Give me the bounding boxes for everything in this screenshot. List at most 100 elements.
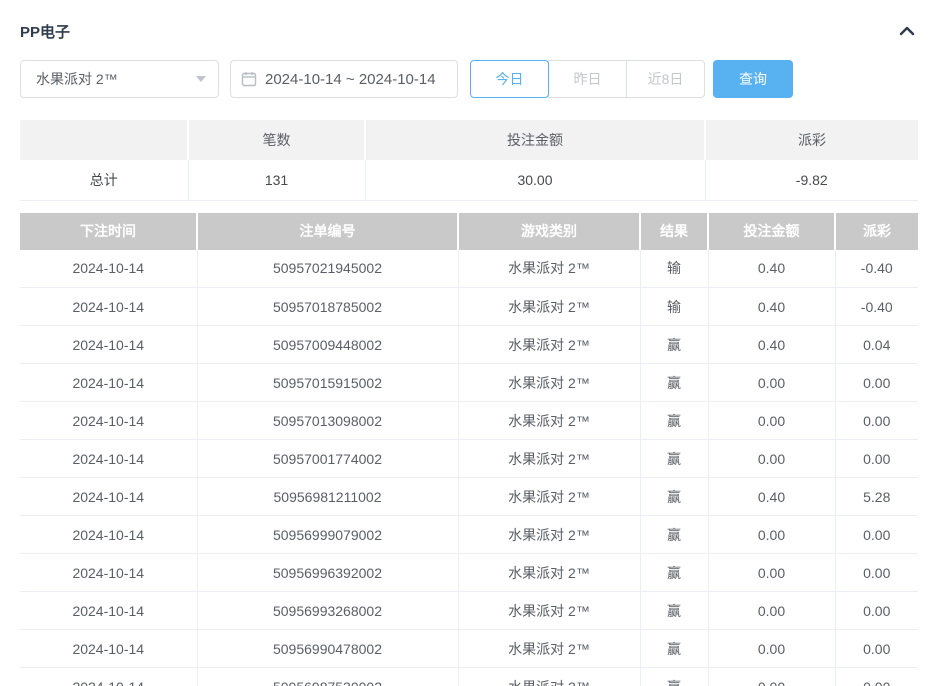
filter-bar: 水果派对 2™ 2024-10-14 ~ 2024-10-14 今日 昨日 近8…: [20, 60, 918, 98]
cell-result: 赢: [640, 440, 708, 478]
cell-game-type: 水果派对 2™: [458, 288, 640, 326]
cell-payout: 0.00: [835, 668, 918, 686]
cell-result: 赢: [640, 668, 708, 686]
header-order-no: 注单编号: [197, 213, 458, 250]
cell-game-type: 水果派对 2™: [458, 592, 640, 630]
bets-table-body: 2024-10-14 50957021945002 水果派对 2™ 输 0.40…: [20, 250, 918, 686]
cell-payout: -0.40: [835, 288, 918, 326]
game-select[interactable]: 水果派对 2™: [20, 60, 219, 98]
summary-header-row: 笔数 投注金额 派彩: [20, 120, 918, 160]
cell-game-type: 水果派对 2™: [458, 440, 640, 478]
table-row: 2024-10-14 50956990478002 水果派对 2™ 赢 0.00…: [20, 630, 918, 668]
cell-payout: 0.04: [835, 326, 918, 364]
cell-order-no: 50956990478002: [197, 630, 458, 668]
summary-header-count: 笔数: [188, 120, 365, 160]
chevron-down-icon: [196, 76, 206, 82]
cell-payout: 0.00: [835, 364, 918, 402]
cell-result: 赢: [640, 592, 708, 630]
table-row: 2024-10-14 50957021945002 水果派对 2™ 输 0.40…: [20, 250, 918, 288]
cell-bet-time: 2024-10-14: [20, 630, 197, 668]
cell-game-type: 水果派对 2™: [458, 668, 640, 686]
cell-bet-time: 2024-10-14: [20, 516, 197, 554]
cell-bet-amount: 0.40: [708, 478, 835, 516]
cell-bet-amount: 0.00: [708, 402, 835, 440]
header-result: 结果: [640, 213, 708, 250]
panel-header: PP电子: [20, 20, 918, 42]
cell-bet-amount: 0.00: [708, 668, 835, 686]
cell-game-type: 水果派对 2™: [458, 630, 640, 668]
quick-date-button-group: 今日 昨日 近8日: [470, 60, 705, 98]
summary-table: 笔数 投注金额 派彩 总计 131 30.00 -9.82: [20, 120, 918, 201]
cell-order-no: 50957021945002: [197, 250, 458, 288]
cell-payout: 0.00: [835, 402, 918, 440]
summary-header-payout: 派彩: [705, 120, 918, 160]
cell-bet-time: 2024-10-14: [20, 592, 197, 630]
cell-payout: 0.00: [835, 630, 918, 668]
cell-order-no: 50957015915002: [197, 364, 458, 402]
table-row: 2024-10-14 50956993268002 水果派对 2™ 赢 0.00…: [20, 592, 918, 630]
cell-result: 赢: [640, 516, 708, 554]
cell-payout: 0.00: [835, 440, 918, 478]
cell-bet-amount: 0.00: [708, 440, 835, 478]
cell-bet-amount: 0.00: [708, 554, 835, 592]
header-bet-amount: 投注金额: [708, 213, 835, 250]
bets-header-row: 下注时间 注单编号 游戏类别 结果 投注金额 派彩: [20, 213, 918, 250]
cell-order-no: 50957018785002: [197, 288, 458, 326]
cell-order-no: 50956993268002: [197, 592, 458, 630]
table-row: 2024-10-14 50957015915002 水果派对 2™ 赢 0.00…: [20, 364, 918, 402]
cell-game-type: 水果派对 2™: [458, 250, 640, 288]
date-range-input[interactable]: 2024-10-14 ~ 2024-10-14: [230, 60, 458, 98]
cell-bet-time: 2024-10-14: [20, 402, 197, 440]
bets-table: 下注时间 注单编号 游戏类别 结果 投注金额 派彩 2024-10-14 509…: [20, 213, 918, 686]
cell-game-type: 水果派对 2™: [458, 516, 640, 554]
summary-total-bet: 30.00: [365, 160, 705, 200]
cell-bet-time: 2024-10-14: [20, 288, 197, 326]
collapse-panel-button[interactable]: [896, 20, 918, 42]
cell-result: 赢: [640, 554, 708, 592]
cell-bet-time: 2024-10-14: [20, 668, 197, 686]
cell-bet-amount: 0.00: [708, 592, 835, 630]
cell-payout: 0.00: [835, 516, 918, 554]
calendar-icon: [241, 71, 257, 87]
table-row: 2024-10-14 50956996392002 水果派对 2™ 赢 0.00…: [20, 554, 918, 592]
table-row: 2024-10-14 50956999079002 水果派对 2™ 赢 0.00…: [20, 516, 918, 554]
query-button[interactable]: 查询: [713, 60, 793, 98]
cell-bet-amount: 0.40: [708, 288, 835, 326]
cell-bet-time: 2024-10-14: [20, 554, 197, 592]
cell-bet-amount: 0.00: [708, 364, 835, 402]
summary-total-count: 131: [188, 160, 365, 200]
cell-result: 赢: [640, 364, 708, 402]
table-row: 2024-10-14 50957001774002 水果派对 2™ 赢 0.00…: [20, 440, 918, 478]
table-row: 2024-10-14 50956987530002 水果派对 2™ 赢 0.00…: [20, 668, 918, 686]
cell-order-no: 50956981211002: [197, 478, 458, 516]
cell-order-no: 50957009448002: [197, 326, 458, 364]
cell-bet-time: 2024-10-14: [20, 478, 197, 516]
header-bet-time: 下注时间: [20, 213, 197, 250]
cell-order-no: 50956996392002: [197, 554, 458, 592]
table-row: 2024-10-14 50957013098002 水果派对 2™ 赢 0.00…: [20, 402, 918, 440]
table-row: 2024-10-14 50956981211002 水果派对 2™ 赢 0.40…: [20, 478, 918, 516]
cell-result: 输: [640, 288, 708, 326]
date-range-value: 2024-10-14 ~ 2024-10-14: [265, 71, 436, 88]
cell-bet-amount: 0.00: [708, 630, 835, 668]
cell-result: 赢: [640, 402, 708, 440]
quick-button-yesterday[interactable]: 昨日: [548, 60, 627, 98]
cell-bet-time: 2024-10-14: [20, 440, 197, 478]
quick-button-last-8-days[interactable]: 近8日: [626, 60, 705, 98]
game-select-value: 水果派对 2™: [36, 69, 118, 89]
cell-game-type: 水果派对 2™: [458, 478, 640, 516]
cell-bet-time: 2024-10-14: [20, 250, 197, 288]
cell-payout: 5.28: [835, 478, 918, 516]
header-game-type: 游戏类别: [458, 213, 640, 250]
cell-result: 赢: [640, 630, 708, 668]
cell-order-no: 50957001774002: [197, 440, 458, 478]
cell-game-type: 水果派对 2™: [458, 402, 640, 440]
page-title: PP电子: [20, 21, 70, 42]
quick-button-today[interactable]: 今日: [470, 60, 549, 98]
table-row: 2024-10-14 50957018785002 水果派对 2™ 输 0.40…: [20, 288, 918, 326]
summary-total-payout: -9.82: [705, 160, 918, 200]
cell-game-type: 水果派对 2™: [458, 554, 640, 592]
cell-game-type: 水果派对 2™: [458, 326, 640, 364]
cell-bet-time: 2024-10-14: [20, 364, 197, 402]
cell-order-no: 50957013098002: [197, 402, 458, 440]
